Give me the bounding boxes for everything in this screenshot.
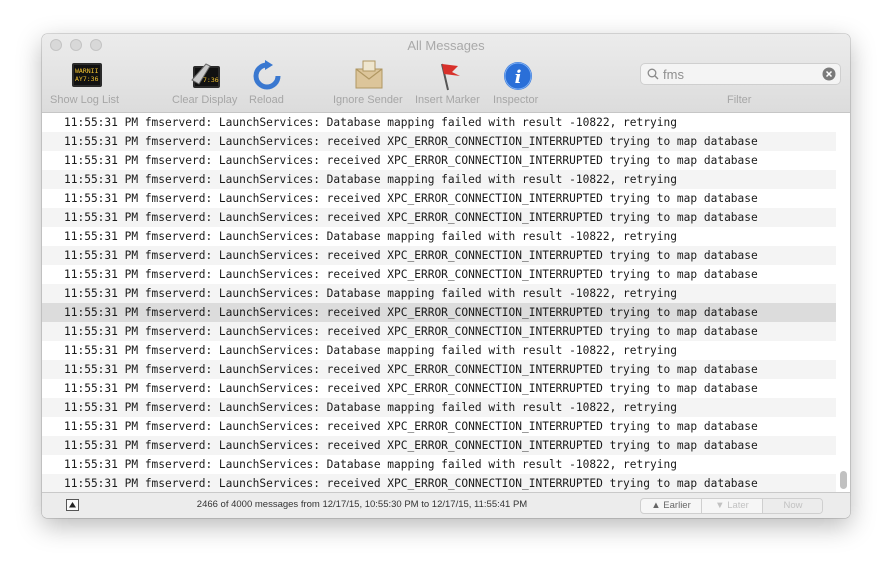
ignore-sender-label: Ignore Sender [333,94,403,106]
insert-marker-label: Insert Marker [415,94,480,106]
log-row[interactable]: 11:55:31 PM fmserverd: LaunchServices: r… [42,303,836,322]
reload-label: Reload [249,94,284,106]
now-label: Now [783,500,803,511]
scrollbar-thumb[interactable] [840,471,847,489]
earlier-label: Earlier [663,500,691,511]
clear-x-icon[interactable] [822,67,836,81]
log-row[interactable]: 11:55:31 PM fmserverd: LaunchServices: D… [42,341,836,360]
log-row[interactable]: 11:55:31 PM fmserverd: LaunchServices: r… [42,265,836,284]
log-row[interactable]: 11:55:31 PM fmserverd: LaunchServices: r… [42,322,836,341]
show-log-list-label: Show Log List [50,94,120,106]
log-row[interactable]: 11:55:31 PM fmserverd: LaunchServices: r… [42,132,836,151]
info-icon-glyph: i [515,67,522,88]
time-navigation: ▲ Earlier ▼ Later Now [640,498,823,514]
log-row[interactable]: 11:55:31 PM fmserverd: LaunchServices: D… [42,170,836,189]
window-title: All Messages [407,38,485,53]
log-row[interactable]: 11:55:31 PM fmserverd: LaunchServices: r… [42,417,836,436]
inspector-label: Inspector [493,94,539,106]
log-row[interactable]: 11:55:31 PM fmserverd: LaunchServices: D… [42,455,836,474]
log-row[interactable]: 11:55:31 PM fmserverd: LaunchServices: D… [42,227,836,246]
earlier-button[interactable]: ▲ Earlier [641,499,702,513]
log-row[interactable]: 11:55:31 PM fmserverd: LaunchServices: r… [42,208,836,227]
info-icon: i [504,62,532,90]
magnifier-icon [647,68,659,80]
log-row[interactable]: 11:55:31 PM fmserverd: LaunchServices: r… [42,436,836,455]
status-bar: 2466 of 4000 messages from 12/17/15, 10:… [42,492,850,518]
log-icon-line1: WARNII [75,67,99,75]
log-row[interactable]: 11:55:31 PM fmserverd: LaunchServices: r… [42,379,836,398]
log-row[interactable]: 11:55:31 PM fmserverd: LaunchServices: D… [42,113,836,132]
console-log-icon: WARNII AY7:36 [72,63,102,87]
log-icon-line2: AY7:36 [75,75,99,83]
red-flag-pin-icon [441,63,460,91]
later-label: Later [727,500,749,511]
log-row[interactable]: 11:55:31 PM fmserverd: LaunchServices: r… [42,189,836,208]
triangle-down-icon: ▼ [715,500,725,511]
log-row[interactable]: 11:55:31 PM fmserverd: LaunchServices: r… [42,474,836,492]
search-field[interactable] [640,63,841,85]
toolbar: All Messages WARNII AY7:36 Show Log List… [42,34,850,113]
console-window: All Messages WARNII AY7:36 Show Log List… [42,34,850,518]
vertical-scrollbar[interactable] [838,113,848,492]
later-button[interactable]: ▼ Later [702,499,763,513]
search-input[interactable] [663,65,813,83]
log-row[interactable]: 11:55:31 PM fmserverd: LaunchServices: D… [42,398,836,417]
log-row[interactable]: 11:55:31 PM fmserverd: LaunchServices: r… [42,360,836,379]
clear-icon-text: 7:36 [203,76,219,84]
triangle-up-icon: ▲ [651,500,661,511]
log-row[interactable]: 11:55:31 PM fmserverd: LaunchServices: r… [42,151,836,170]
message-count-status: 2466 of 4000 messages from 12/17/15, 10:… [196,499,528,510]
now-button[interactable]: Now [763,499,822,513]
sender-envelope-icon [355,60,383,89]
filter-label: Filter [727,94,752,106]
log-row[interactable]: 11:55:31 PM fmserverd: LaunchServices: D… [42,284,836,303]
clear-display-label: Clear Display [172,94,238,106]
log-row[interactable]: 11:55:31 PM fmserverd: LaunchServices: r… [42,246,836,265]
log-message-list[interactable]: 11:55:31 PM fmserverd: LaunchServices: D… [42,113,850,492]
broom-console-icon: 7:36 [191,63,220,88]
reload-arrow-icon [253,60,281,90]
